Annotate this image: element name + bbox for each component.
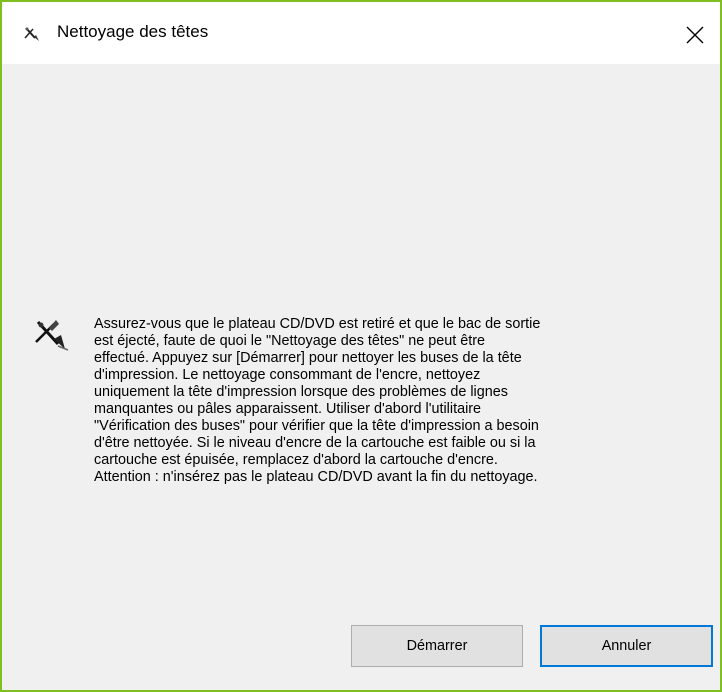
start-button[interactable]: Démarrer <box>351 625 523 667</box>
close-button[interactable] <box>674 2 720 64</box>
close-icon <box>686 26 704 44</box>
window-title: Nettoyage des têtes <box>57 22 209 41</box>
cancel-button[interactable]: Annuler <box>540 625 713 667</box>
head-cleaning-icon <box>32 316 72 356</box>
head-cleaning-dialog: Nettoyage des têtes Assurez-vous que le … <box>0 0 722 692</box>
title-bar[interactable]: Nettoyage des têtes <box>2 2 720 64</box>
instructions-text: Assurez-vous que le plateau CD/DVD est r… <box>94 316 541 485</box>
head-cleaning-icon <box>22 24 44 44</box>
